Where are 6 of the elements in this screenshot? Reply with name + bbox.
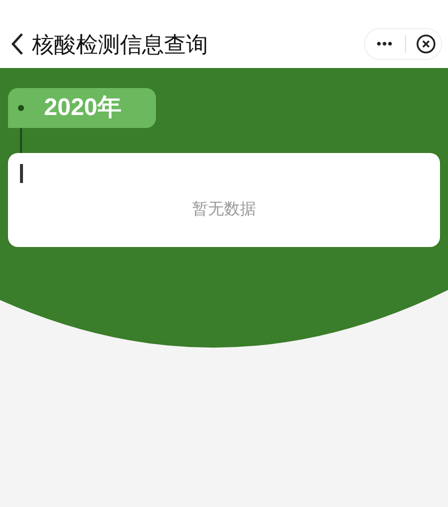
back-icon[interactable] xyxy=(10,32,24,56)
empty-message: 暂无数据 xyxy=(192,200,256,220)
close-icon[interactable] xyxy=(416,34,436,54)
year-label: 2020年 xyxy=(8,88,156,128)
page-title: 核酸检测信息查询 xyxy=(32,30,208,58)
more-button[interactable]: ••• xyxy=(365,34,405,54)
